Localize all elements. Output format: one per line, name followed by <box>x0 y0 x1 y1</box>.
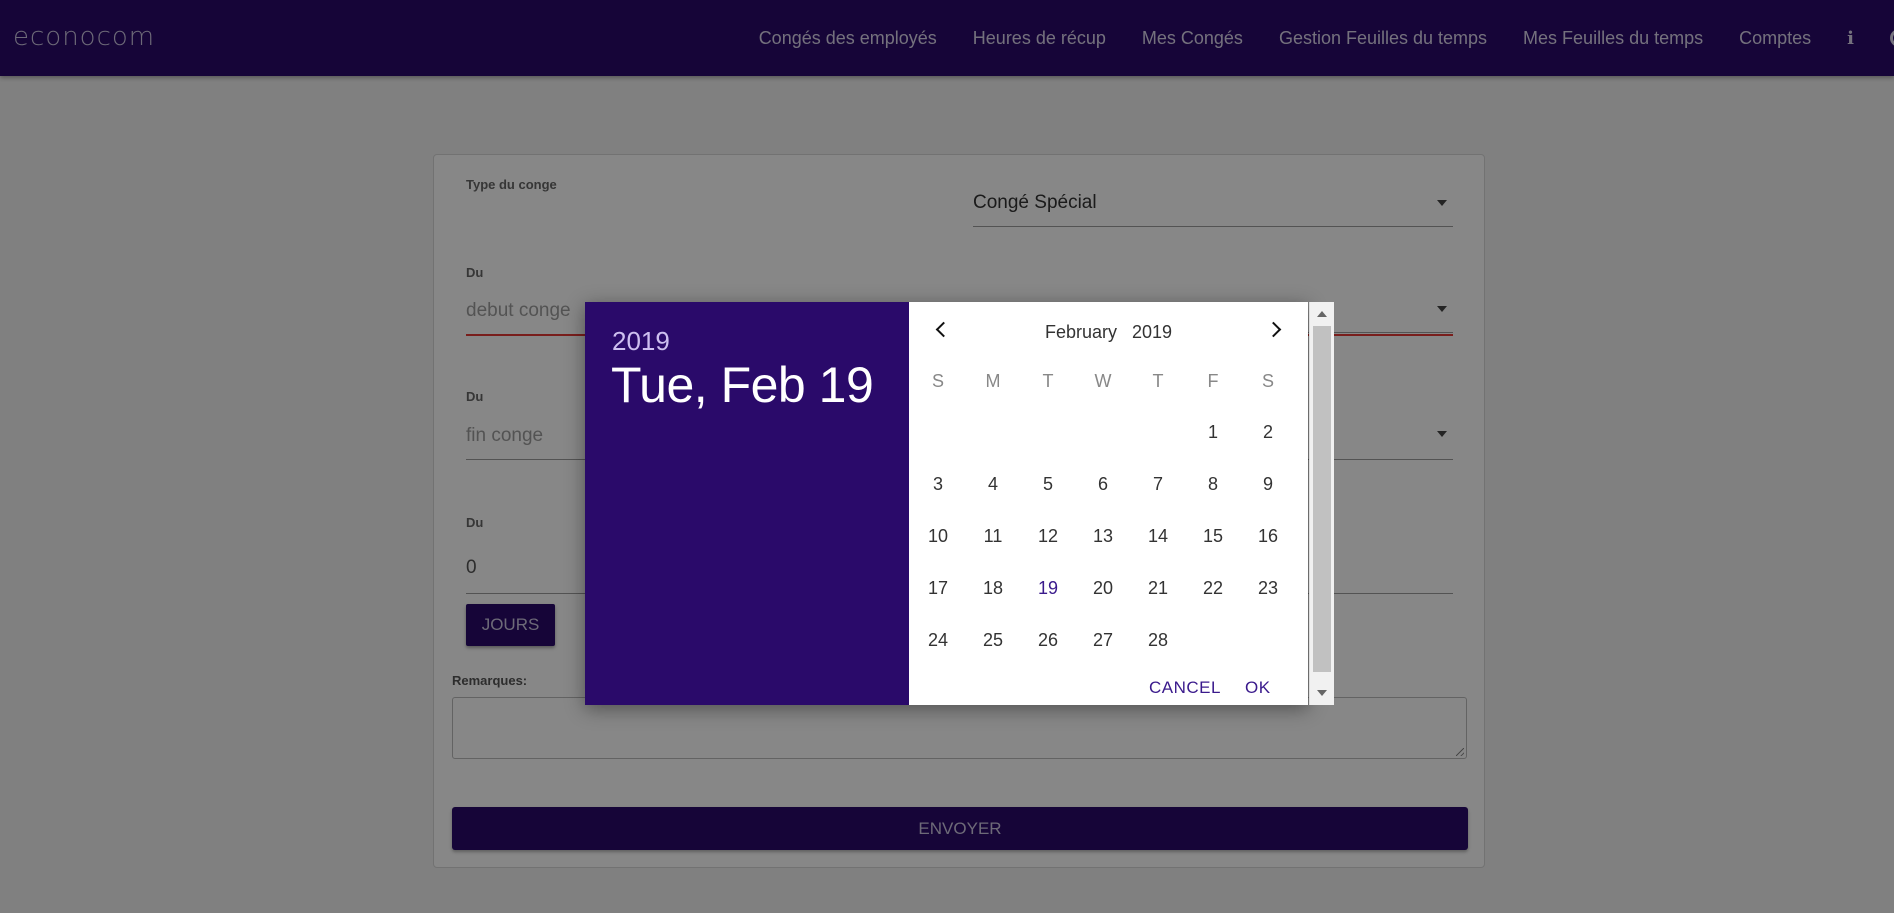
scrollbar-thumb[interactable] <box>1313 326 1331 672</box>
calendar-day[interactable]: 27 <box>1083 630 1123 651</box>
date-picker-dialog: 2019 Tue, Feb 19 February 2019 CANCEL OK… <box>585 302 1308 705</box>
date-picker-header: 2019 Tue, Feb 19 <box>585 302 909 705</box>
calendar-day[interactable]: 20 <box>1083 578 1123 599</box>
weekday-header: S <box>1261 371 1274 391</box>
calendar-day[interactable]: 24 <box>918 630 958 651</box>
calendar-day[interactable]: 18 <box>973 578 1013 599</box>
calendar-day-selected[interactable]: 19 <box>1028 578 1068 599</box>
cancel-button[interactable]: CANCEL <box>1149 678 1221 698</box>
calendar-day[interactable]: 22 <box>1193 578 1233 599</box>
calendar-day[interactable]: 25 <box>973 630 1013 651</box>
weekday-header: T <box>1042 371 1054 391</box>
calendar-day[interactable]: 8 <box>1193 474 1233 495</box>
dialog-scrollbar[interactable] <box>1309 302 1334 705</box>
ok-button[interactable]: OK <box>1245 678 1271 698</box>
calendar-day[interactable]: 6 <box>1083 474 1123 495</box>
calendar-day[interactable]: 12 <box>1028 526 1068 547</box>
calendar-day[interactable]: 4 <box>973 474 1013 495</box>
calendar-day[interactable]: 15 <box>1193 526 1233 547</box>
calendar-day[interactable]: 1 <box>1193 422 1233 443</box>
calendar-day[interactable]: 17 <box>918 578 958 599</box>
header-year[interactable]: 2019 <box>612 326 670 357</box>
calendar-day[interactable]: 26 <box>1028 630 1068 651</box>
calendar-day[interactable]: 3 <box>918 474 958 495</box>
month-navigation: February 2019 <box>909 302 1308 360</box>
calendar-day[interactable]: 14 <box>1138 526 1178 547</box>
scroll-up-arrow-icon[interactable] <box>1317 311 1327 317</box>
month-year-title: February 2019 <box>909 322 1308 343</box>
weekday-header: M <box>985 371 1001 391</box>
calendar-day[interactable]: 11 <box>973 526 1013 547</box>
calendar-day[interactable]: 7 <box>1138 474 1178 495</box>
weekday-header: T <box>1152 371 1164 391</box>
calendar-day[interactable]: 23 <box>1248 578 1288 599</box>
weekday-header: W <box>1094 371 1112 391</box>
calendar-day[interactable]: 21 <box>1138 578 1178 599</box>
scroll-down-arrow-icon[interactable] <box>1317 690 1327 696</box>
header-date: Tue, Feb 19 <box>611 357 874 413</box>
calendar-day[interactable]: 2 <box>1248 422 1288 443</box>
date-picker-calendar: February 2019 CANCEL OK SMTWTFS123456789… <box>909 302 1308 705</box>
weekday-header: S <box>931 371 944 391</box>
month-year: 2019 <box>1132 322 1173 342</box>
month-name: February <box>1044 322 1117 342</box>
date-picker-actions: CANCEL OK <box>909 678 1308 698</box>
calendar-day[interactable]: 9 <box>1248 474 1288 495</box>
calendar-day[interactable]: 5 <box>1028 474 1068 495</box>
calendar-day[interactable]: 13 <box>1083 526 1123 547</box>
weekday-header: F <box>1207 371 1219 391</box>
calendar-day[interactable]: 10 <box>918 526 958 547</box>
calendar-day[interactable]: 16 <box>1248 526 1288 547</box>
calendar-day[interactable]: 28 <box>1138 630 1178 651</box>
